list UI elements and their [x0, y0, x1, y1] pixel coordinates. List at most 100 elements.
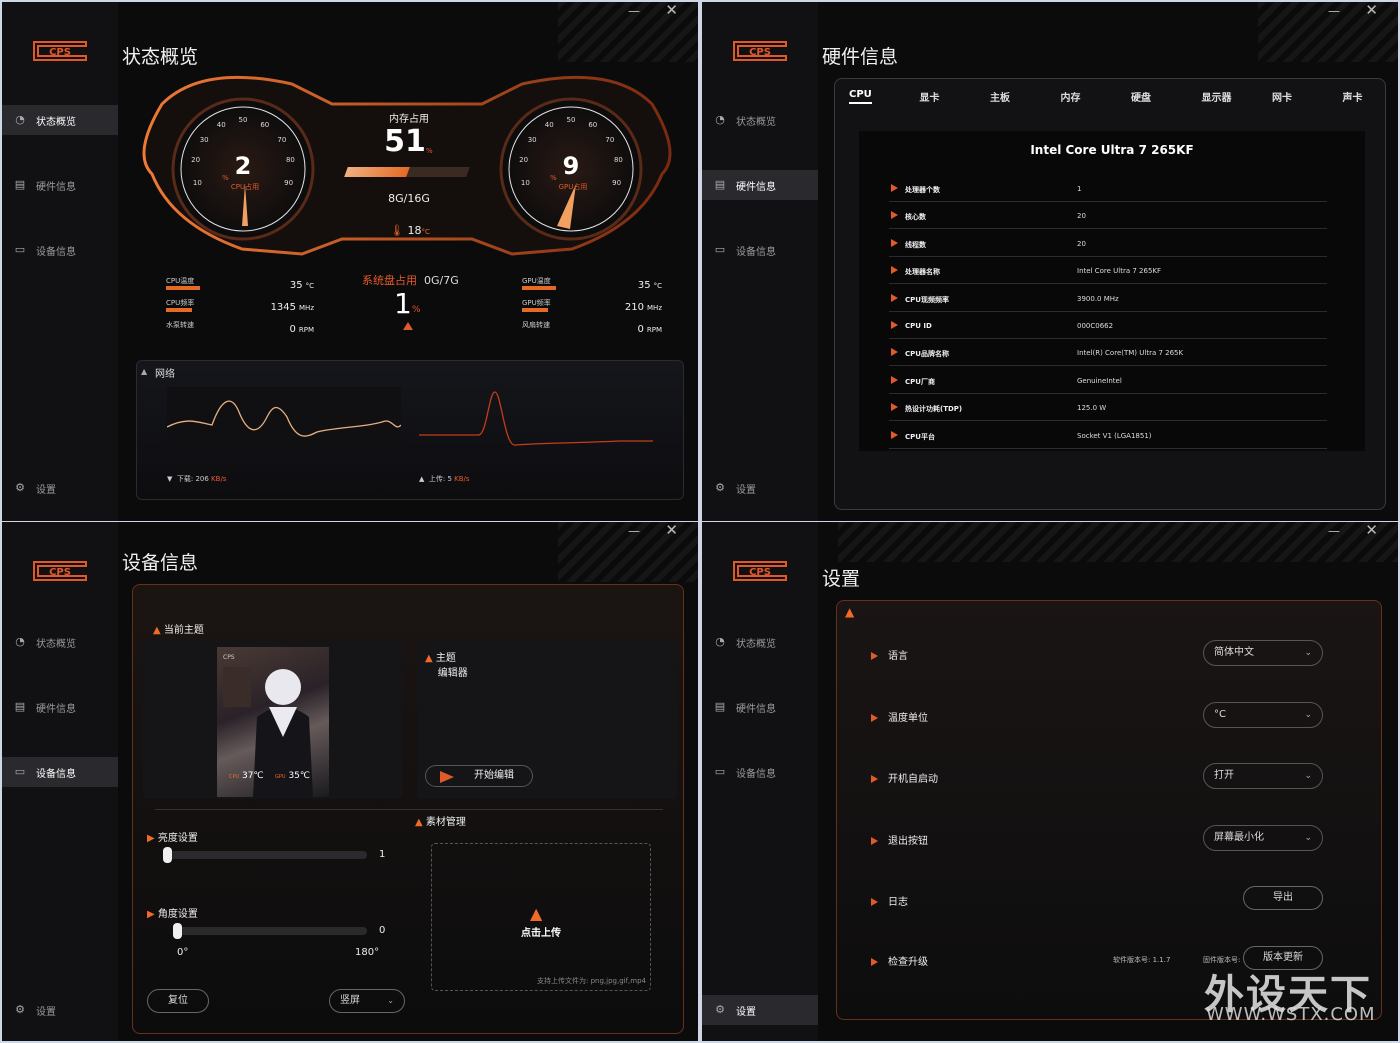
- upload-label: 点击上传: [521, 928, 561, 939]
- nav-device[interactable]: ▭ 设备信息: [2, 757, 118, 787]
- brightness-slider-handle[interactable]: [163, 847, 172, 863]
- monitor-icon: ▭: [14, 765, 26, 778]
- nav-hardware[interactable]: ▤ 硬件信息: [2, 170, 118, 200]
- overview-window: CPS ◔ 状态概览 ▤ 硬件信息 ▭ 设备信息 ⚙ 设置 — ✕ 状态概览 10 20 3…: [2, 2, 698, 521]
- setting-select[interactable]: 屏幕最小化 ⌄: [1203, 824, 1323, 851]
- nav-settings[interactable]: ⚙ 设置: [2, 473, 118, 503]
- setting-select[interactable]: 简体中文 ⌄: [1203, 640, 1323, 666]
- nav-settings[interactable]: ⚙ 设置: [2, 995, 118, 1025]
- tab-3[interactable]: 内存: [1061, 89, 1081, 104]
- memory-bar-fill: [344, 167, 411, 177]
- nav-device[interactable]: ▭ 设备信息: [2, 235, 118, 265]
- minimize-button[interactable]: —: [628, 4, 640, 18]
- nav-overview[interactable]: ◔ 状态概览: [702, 105, 818, 135]
- arrow-icon: [871, 898, 878, 906]
- setting-label: 温度单位: [871, 709, 928, 724]
- setting-label: 退出按钮: [871, 832, 928, 847]
- stat-bar: [166, 286, 200, 290]
- svg-text:CPS: CPS: [749, 47, 771, 58]
- chevron-down-icon: ⌄: [1304, 648, 1312, 658]
- reset-button[interactable]: 复位: [147, 989, 209, 1013]
- nav-overview[interactable]: ◔ 状态概览: [702, 627, 818, 657]
- nav-settings[interactable]: ⚙ 设置: [702, 473, 818, 503]
- angle-label: ▶ 角度设置: [147, 909, 198, 920]
- orientation-select[interactable]: 竖屏 ⌄: [329, 989, 405, 1013]
- svg-text:CPS: CPS: [749, 567, 771, 578]
- arrow-icon: [871, 713, 878, 722]
- cpu-info-value: 000C0662: [1077, 322, 1114, 330]
- minimize-button[interactable]: —: [1328, 524, 1340, 538]
- tab-0[interactable]: CPU: [849, 89, 872, 104]
- theme-preview-card[interactable]: CPS CPU 37℃ GPU 35℃: [143, 641, 403, 799]
- assets-label: ▲ 素材管理: [415, 817, 466, 828]
- nav-hardware[interactable]: ▤ 硬件信息: [702, 170, 818, 200]
- minimize-button[interactable]: —: [1328, 4, 1340, 18]
- upload-area[interactable]: ▲ 点击上传 支持上传文件为: png,jpg,gif,mp4: [431, 843, 651, 991]
- angle-slider-handle[interactable]: [173, 923, 182, 939]
- close-button[interactable]: ✕: [665, 2, 678, 19]
- gauge-tick-label: 20: [519, 156, 529, 165]
- tab-4[interactable]: 硬盘: [1131, 89, 1151, 104]
- cpu-info-row: 核心数 20: [889, 202, 1327, 230]
- close-button[interactable]: ✕: [1365, 2, 1378, 19]
- nav-device[interactable]: ▭ 设备信息: [702, 235, 818, 265]
- start-edit-button[interactable]: 开始编辑: [425, 765, 533, 787]
- stat-unit: °C: [653, 282, 662, 290]
- cpu-info-key: CPU品牌名称: [905, 350, 949, 359]
- nav-hardware[interactable]: ▤ 硬件信息: [2, 692, 118, 722]
- export-button[interactable]: 导出: [1243, 886, 1323, 910]
- close-button[interactable]: ✕: [1365, 522, 1378, 539]
- cpu-info-row: CPU平台 Socket V1 (LGA1851): [889, 422, 1327, 449]
- cpu-info-key: 热设计功耗(TDP): [905, 405, 963, 414]
- arrow-icon: [891, 348, 898, 357]
- gauge-tick-label: 90: [612, 178, 622, 187]
- nav-hardware[interactable]: ▤ 硬件信息: [702, 692, 818, 722]
- stat-unit: MHz: [299, 304, 314, 312]
- hardware-icon: ▤: [714, 178, 726, 191]
- angle-min: 0°: [177, 947, 189, 958]
- triforce-icon: ▲: [530, 904, 543, 923]
- cps-logo: CPS: [733, 561, 787, 581]
- cpu-info-value: Socket V1 (LGA1851): [1077, 431, 1152, 440]
- nav-overview[interactable]: ◔ 状态概览: [2, 105, 118, 135]
- stat-value: 1345 MHz: [264, 302, 314, 313]
- cpu-info-row: 处理器名称 Intel Core Ultra 7 265KF: [889, 257, 1327, 285]
- memory-bar: [344, 167, 470, 177]
- stat-value: 0 RPM: [612, 324, 663, 335]
- nav-overview[interactable]: ◔ 状态概览: [2, 627, 118, 657]
- minimize-button[interactable]: —: [628, 524, 640, 538]
- gauge-tick-label: 80: [285, 156, 295, 165]
- nav-settings[interactable]: ⚙ 设置: [702, 995, 818, 1025]
- cpu-name: Intel Core Ultra 7 265KF: [1030, 143, 1194, 157]
- cpu-info-box: Intel Core Ultra 7 265KF 处理器个数 1 核心数 20 线程数 2…: [859, 131, 1365, 451]
- stat-value: 0 RPM: [264, 324, 315, 335]
- setting-select[interactable]: °C ⌄: [1203, 701, 1323, 728]
- tab-5[interactable]: 显示器: [1202, 89, 1232, 104]
- cpu-info-row: 处理器个数 1: [889, 175, 1327, 202]
- close-button[interactable]: ✕: [665, 522, 678, 539]
- brightness-slider[interactable]: [163, 851, 367, 859]
- cpu-info-row: 热设计功耗(TDP) 125.0 W: [889, 394, 1327, 422]
- arrow-icon: [891, 430, 898, 439]
- tab-1[interactable]: 显卡: [920, 89, 940, 104]
- tab-6[interactable]: 网卡: [1272, 89, 1292, 104]
- divider: [155, 809, 663, 810]
- gauge-tick-label: 60: [260, 121, 270, 130]
- nav-device[interactable]: ▭ 设备信息: [702, 757, 818, 787]
- upload-hint: 支持上传文件为: png,jpg,gif,mp4: [537, 977, 646, 985]
- cpu-info-row: CPU厂商 GenuineIntel: [889, 367, 1327, 394]
- stat-unit: RPM: [646, 326, 662, 334]
- angle-slider[interactable]: [173, 927, 367, 935]
- cpu-info-row: CPU ID 000C0662: [889, 312, 1327, 339]
- svg-text:CPS: CPS: [49, 47, 71, 58]
- network-title: 网络: [155, 369, 175, 380]
- gauge-tick-label: 20: [191, 156, 201, 165]
- triforce-icon: ▲: [415, 817, 423, 828]
- setting-select[interactable]: 打开 ⌄: [1203, 763, 1323, 789]
- tab-2[interactable]: 主板: [990, 89, 1010, 104]
- cpu-info-key: CPU平台: [905, 432, 935, 441]
- upload-label: ▲ 上传: 5 KB/s: [419, 475, 470, 483]
- cpu-info-key: 处理器名称: [905, 268, 940, 277]
- tab-7[interactable]: 声卡: [1343, 89, 1363, 104]
- cpu-info-value: 20: [1077, 239, 1086, 248]
